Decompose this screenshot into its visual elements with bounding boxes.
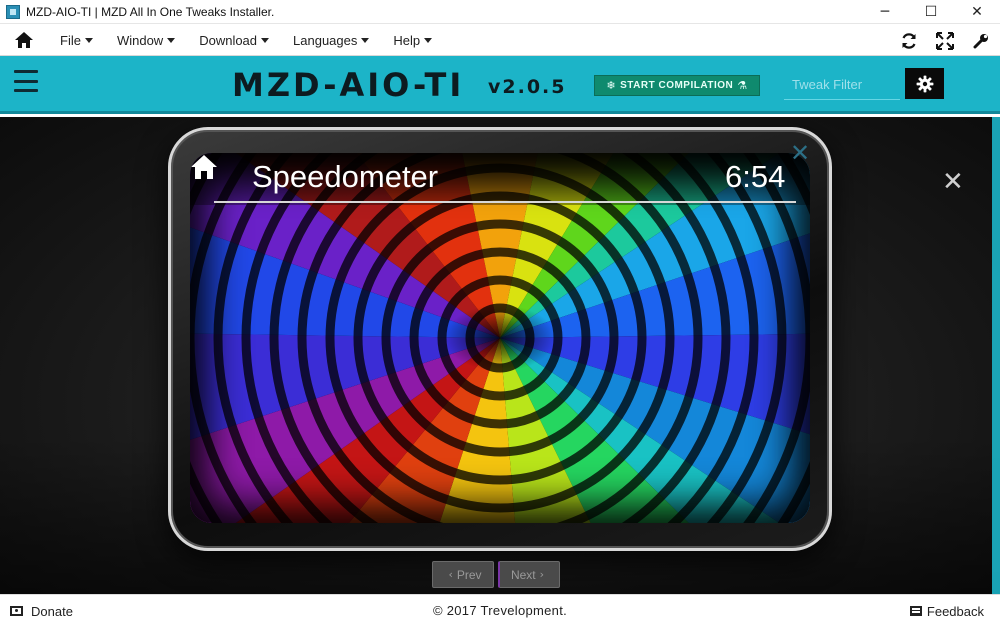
window-title: MZD-AIO-TI | MZD All In One Tweaks Insta… bbox=[26, 4, 275, 19]
screen-vignette bbox=[190, 153, 810, 523]
minimize-button[interactable]: ─ bbox=[862, 0, 908, 24]
settings-button[interactable] bbox=[905, 68, 944, 99]
menu-right-tools bbox=[898, 25, 992, 56]
wrench-button[interactable] bbox=[970, 30, 992, 52]
menu-languages[interactable]: Languages bbox=[281, 25, 381, 56]
app-header: MZD-AIO-TI v2.0.5 ❄ START COMPILATION ⚗ bbox=[0, 56, 1000, 114]
next-label: Next bbox=[510, 567, 536, 582]
refresh-icon bbox=[902, 32, 916, 49]
menu-help[interactable]: Help bbox=[381, 25, 444, 56]
preview-close-icon[interactable]: ✕ bbox=[790, 141, 810, 165]
screen-title: Speedometer bbox=[252, 159, 439, 194]
chevron-left-icon: ‹ bbox=[448, 568, 453, 581]
next-button[interactable]: Next › bbox=[498, 561, 560, 588]
home-icon bbox=[15, 32, 33, 48]
maximize-button[interactable]: ☐ bbox=[908, 0, 954, 24]
menu-languages-label: Languages bbox=[293, 32, 358, 48]
copyright-text: © 2017 Trevelopment. bbox=[432, 603, 568, 618]
menu-download[interactable]: Download bbox=[187, 25, 281, 56]
tweak-filter-input[interactable] bbox=[784, 70, 900, 100]
caret-down-icon bbox=[167, 37, 176, 43]
window-title-bar: MZD-AIO-TI | MZD All In One Tweaks Insta… bbox=[0, 0, 1000, 24]
menu-window[interactable]: Window bbox=[105, 25, 187, 56]
prev-label: Prev bbox=[456, 567, 482, 582]
app-version: v2.0.5 bbox=[488, 76, 567, 98]
footer: Donate © 2017 Trevelopment. Feedback bbox=[0, 594, 1000, 626]
screen-divider bbox=[214, 201, 796, 203]
preview-pager: ‹ Prev Next › bbox=[432, 561, 560, 588]
app-brand-title: MZD-AIO-TI bbox=[232, 66, 465, 104]
caret-down-icon bbox=[424, 37, 433, 43]
feedback-link[interactable]: Feedback bbox=[909, 595, 984, 626]
close-window-button[interactable]: ✕ bbox=[954, 0, 1000, 24]
menu-window-label: Window bbox=[116, 32, 164, 48]
scrollbar[interactable] bbox=[992, 117, 1000, 594]
start-compilation-button[interactable]: ❄ START COMPILATION ⚗ bbox=[594, 75, 760, 96]
menu-bar: File Window Download Languages Help bbox=[0, 25, 1000, 56]
lightbox-close-button[interactable]: ✕ bbox=[942, 169, 964, 195]
feedback-icon bbox=[909, 606, 922, 616]
refresh-button[interactable] bbox=[898, 30, 920, 52]
screen-clock: 6:54 bbox=[725, 159, 786, 194]
hamburger-menu-icon[interactable] bbox=[14, 70, 38, 92]
chevron-right-icon: › bbox=[539, 568, 545, 581]
fullscreen-icon bbox=[936, 31, 954, 50]
fullscreen-button[interactable] bbox=[934, 30, 956, 52]
gear-icon bbox=[916, 75, 933, 92]
prev-button[interactable]: ‹ Prev bbox=[432, 561, 494, 588]
menu-file-label: File bbox=[60, 32, 81, 48]
infotainment-screen: Speedometer 6:54 bbox=[190, 153, 810, 523]
window-controls: ─ ☐ ✕ bbox=[862, 0, 1000, 24]
menu-download-label: Download bbox=[199, 32, 258, 48]
snowflake-icon: ❄ bbox=[606, 79, 617, 92]
menu-help-label: Help bbox=[393, 32, 421, 48]
app-logo-icon bbox=[6, 4, 20, 19]
menu-file[interactable]: File bbox=[48, 25, 105, 56]
flask-icon: ⚗ bbox=[737, 79, 748, 92]
start-compilation-label: START COMPILATION bbox=[620, 80, 734, 91]
caret-down-icon bbox=[261, 37, 270, 43]
screen-home-icon[interactable] bbox=[190, 153, 218, 181]
caret-down-icon bbox=[84, 37, 93, 43]
feedback-label: Feedback bbox=[926, 603, 984, 619]
preview-stage: Speedometer 6:54 ✕ ✕ ‹ Prev Next › bbox=[0, 117, 1000, 594]
home-button[interactable] bbox=[0, 25, 48, 56]
wrench-icon bbox=[973, 33, 988, 48]
caret-down-icon bbox=[361, 37, 370, 43]
